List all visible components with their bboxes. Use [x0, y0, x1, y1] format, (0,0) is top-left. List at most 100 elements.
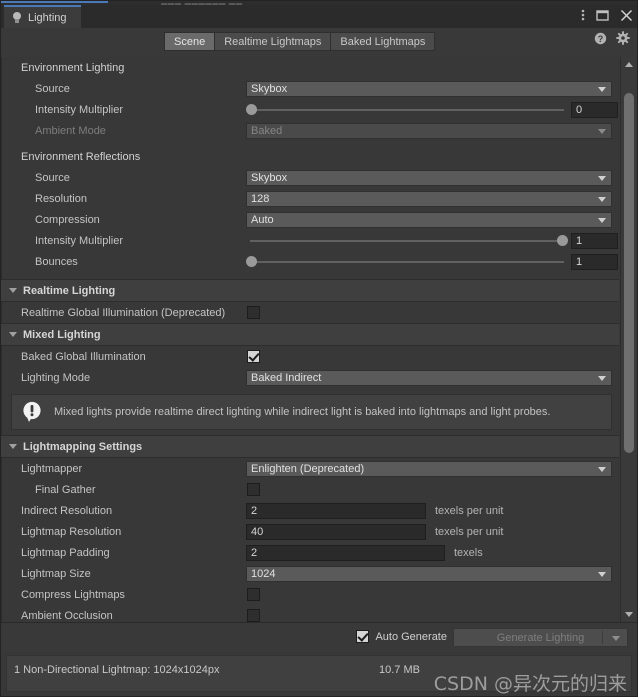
tab-lighting[interactable]: Lighting: [4, 5, 81, 28]
env-light-ambient-mode-value: Baked: [251, 124, 283, 137]
auto-generate-group: Auto Generate: [356, 630, 447, 643]
scroll-down-arrow-icon[interactable]: [624, 612, 633, 617]
kebab-menu-icon[interactable]: [581, 8, 585, 25]
slider-knob[interactable]: [246, 104, 257, 115]
tab-lighting-label: Lighting: [28, 11, 67, 24]
tab-scene[interactable]: Scene: [164, 32, 215, 51]
auto-generate-checkbox[interactable]: [356, 630, 370, 643]
env-light-source-dropdown[interactable]: Skybox: [246, 80, 612, 97]
env-refl-resolution-dropdown[interactable]: 128: [246, 190, 612, 207]
lighting-mode-dropdown[interactable]: Baked Indirect: [246, 369, 612, 386]
row-env-refl-resolution: Resolution 128: [1, 188, 619, 209]
env-refl-bounces-slider[interactable]: [246, 254, 568, 270]
indirect-resolution-label: Indirect Resolution: [21, 504, 113, 517]
lightmap-resolution-label: Lightmap Resolution: [21, 525, 122, 538]
chevron-down-icon: [598, 375, 606, 381]
mixed-lighting-info-text: Mixed lights provide realtime direct lig…: [54, 406, 551, 418]
row-env-light-ambient-mode: Ambient Mode Baked: [1, 120, 619, 141]
row-realtime-gi: Realtime Global Illumination (Deprecated…: [1, 302, 619, 323]
lightmap-padding-unit: texels: [454, 546, 483, 559]
env-light-intensity-input[interactable]: 0: [571, 101, 618, 118]
row-env-light-intensity: Intensity Multiplier 0: [1, 99, 619, 120]
generate-lighting-button[interactable]: Generate Lighting: [453, 628, 628, 647]
indirect-resolution-input[interactable]: 2: [246, 502, 426, 519]
tab-baked-lightmaps[interactable]: Baked Lightmaps: [330, 32, 436, 51]
background-tab-accent: [1, 1, 108, 3]
gear-icon[interactable]: [616, 31, 630, 48]
chevron-down-icon: [9, 332, 17, 337]
chevron-down-icon: [598, 571, 606, 577]
svg-text:?: ?: [598, 34, 604, 44]
lightmap-resolution-input[interactable]: 40: [246, 523, 426, 540]
lightmapper-dropdown[interactable]: Enlighten (Deprecated): [246, 460, 612, 477]
button-divider: [602, 631, 603, 644]
scroll-up-arrow-icon[interactable]: [624, 62, 633, 67]
section-mixed-lighting-label: Mixed Lighting: [23, 328, 101, 341]
lightmap-padding-input[interactable]: 2: [246, 544, 445, 561]
row-env-refl-compression: Compression Auto: [1, 209, 619, 230]
row-baked-gi: Baked Global Illumination: [1, 346, 619, 367]
environment-reflections-title: Environment Reflections: [21, 150, 141, 163]
chevron-down-icon[interactable]: [612, 635, 620, 641]
slider-knob[interactable]: [557, 235, 568, 246]
close-icon[interactable]: [620, 9, 633, 25]
env-refl-resolution-label: Resolution: [35, 192, 87, 205]
lightmapper-label: Lightmapper: [21, 462, 83, 475]
lightmap-size-value: 1024: [251, 567, 276, 580]
mixed-lighting-infobox: Mixed lights provide realtime direct lig…: [11, 394, 612, 430]
slider-track: [250, 108, 564, 111]
section-lightmapping-settings-label: Lightmapping Settings: [23, 440, 143, 453]
final-gather-checkbox[interactable]: [247, 483, 260, 496]
env-light-ambient-mode-label: Ambient Mode: [35, 124, 106, 137]
env-refl-bounces-input[interactable]: 1: [571, 253, 618, 270]
compress-lightmaps-label: Compress Lightmaps: [21, 588, 125, 601]
env-refl-source-label: Source: [35, 171, 70, 184]
lighting-mode-value: Baked Indirect: [251, 371, 322, 384]
section-mixed-lighting[interactable]: Mixed Lighting: [1, 323, 619, 346]
environment-lighting-title: Environment Lighting: [21, 61, 125, 74]
lightmap-status-size: 10.7 MB: [379, 664, 420, 676]
scrollbar-thumb[interactable]: [624, 93, 634, 453]
baked-gi-checkbox[interactable]: [247, 350, 260, 363]
section-realtime-lighting[interactable]: Realtime Lighting: [1, 279, 619, 302]
realtime-gi-label: Realtime Global Illumination (Deprecated…: [21, 306, 226, 319]
env-refl-intensity-input[interactable]: 1: [571, 232, 618, 249]
row-env-refl-intensity: Intensity Multiplier 1: [1, 230, 619, 251]
slider-track: [250, 239, 564, 242]
env-light-source-value: Skybox: [251, 82, 288, 95]
vertical-scrollbar[interactable]: [620, 57, 636, 622]
watermark-text: CSDN @异次元的归来: [433, 673, 627, 695]
env-light-source-label: Source: [35, 82, 70, 95]
generate-lighting-label: Generate Lighting: [496, 631, 585, 644]
env-refl-resolution-value: 128: [251, 192, 270, 205]
warning-icon: [22, 401, 42, 423]
section-lightmapping-settings[interactable]: Lightmapping Settings: [1, 435, 619, 458]
tab-realtime-lightmaps[interactable]: Realtime Lightmaps: [214, 32, 331, 51]
env-refl-intensity-slider[interactable]: [246, 233, 568, 249]
lightmap-padding-label: Lightmap Padding: [21, 546, 110, 559]
window-tabbar: Lighting: [1, 5, 637, 29]
row-lightmap-resolution: Lightmap Resolution 40 texels per unit: [1, 521, 619, 542]
row-ambient-occlusion: Ambient Occlusion: [1, 605, 619, 622]
realtime-gi-checkbox[interactable]: [247, 306, 260, 319]
maximize-icon[interactable]: [596, 9, 609, 25]
chevron-down-icon: [598, 128, 606, 134]
final-gather-label: Final Gather: [35, 483, 96, 496]
lightmap-size-label: Lightmap Size: [21, 567, 91, 580]
env-light-intensity-slider[interactable]: [246, 102, 568, 118]
lighting-window: ▄▄▄ ▄▄▄▄▄▄ ▄▄ Lighting: [0, 0, 638, 697]
slider-knob[interactable]: [246, 256, 257, 267]
env-refl-compression-dropdown[interactable]: Auto: [246, 211, 612, 228]
lighting-status-area: 1 Non-Directional Lightmap: 1024x1024px …: [1, 652, 637, 696]
lightmap-size-dropdown[interactable]: 1024: [246, 565, 612, 582]
env-refl-source-value: Skybox: [251, 171, 288, 184]
ambient-occlusion-checkbox[interactable]: [247, 609, 260, 622]
compress-lightmaps-checkbox[interactable]: [247, 588, 260, 601]
auto-generate-label: Auto Generate: [375, 630, 447, 643]
help-icon[interactable]: ?: [594, 32, 607, 48]
env-refl-source-dropdown[interactable]: Skybox: [246, 169, 612, 186]
env-light-intensity-label: Intensity Multiplier: [35, 103, 124, 116]
row-lightmap-size: Lightmap Size 1024: [1, 563, 619, 584]
lightmap-status-text: 1 Non-Directional Lightmap: 1024x1024px: [14, 664, 220, 676]
row-env-refl-bounces: Bounces 1: [1, 251, 619, 272]
